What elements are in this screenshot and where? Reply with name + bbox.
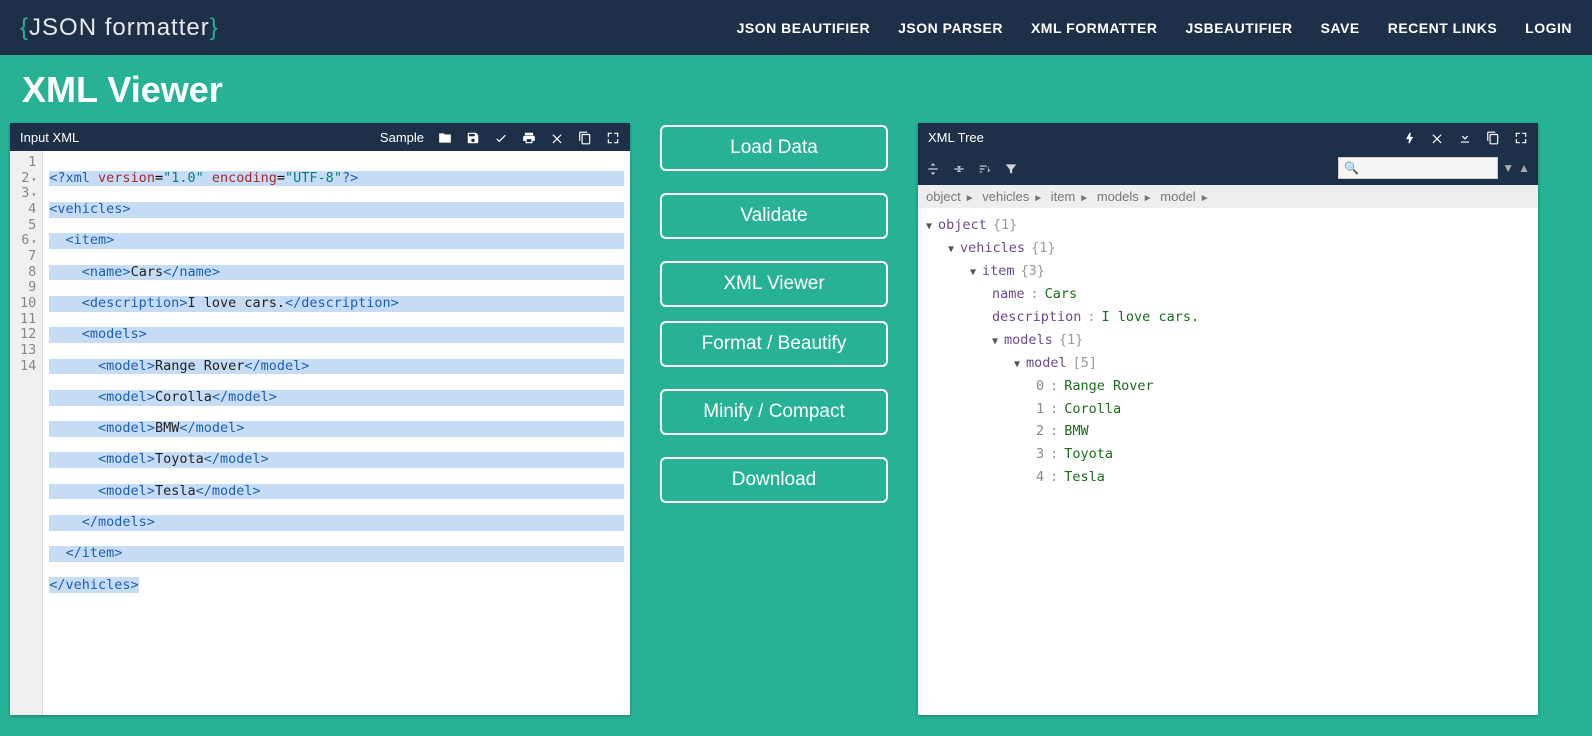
- expand-all-icon[interactable]: [926, 160, 940, 176]
- minify-compact-button[interactable]: Minify / Compact: [660, 389, 888, 435]
- workspace: Input XML Sample 1234567891011121314 <?x…: [0, 123, 1592, 715]
- input-panel-title: Input XML: [20, 130, 79, 145]
- tree-index: 4: [1036, 466, 1044, 489]
- tree-key-description: description: [992, 306, 1081, 329]
- tree-index: 2: [1036, 420, 1044, 443]
- nav-jsbeautifier[interactable]: JSBEAUTIFIER: [1185, 20, 1292, 36]
- tree-val: Corolla: [1064, 398, 1121, 421]
- toggle-icon[interactable]: ▼: [1014, 356, 1020, 373]
- page-title: XML Viewer: [0, 55, 1592, 123]
- code-editor[interactable]: 1234567891011121314 <?xml version="1.0" …: [10, 151, 630, 715]
- nav-json-beautifier[interactable]: JSON BEAUTIFIER: [737, 20, 871, 36]
- sort-icon[interactable]: [978, 160, 992, 176]
- print-icon[interactable]: [522, 129, 536, 145]
- tree-val: BMW: [1064, 420, 1088, 443]
- crumb-object[interactable]: object: [926, 189, 961, 204]
- brace-open: {: [20, 14, 29, 41]
- crumb-model[interactable]: model: [1160, 189, 1195, 204]
- crumb-vehicles[interactable]: vehicles: [982, 189, 1029, 204]
- tree-search-input[interactable]: [1338, 157, 1498, 179]
- filter-icon[interactable]: [1004, 160, 1018, 176]
- bolt-icon[interactable]: [1402, 129, 1416, 145]
- tree-index: 0: [1036, 375, 1044, 398]
- tree-val-name: Cars: [1045, 283, 1078, 306]
- toggle-icon[interactable]: ▼: [948, 241, 954, 258]
- tree-panel-header: XML Tree: [918, 123, 1538, 151]
- check-icon[interactable]: [494, 129, 508, 145]
- fullscreen-tree-icon[interactable]: [1514, 129, 1528, 145]
- input-panel-header: Input XML Sample: [10, 123, 630, 151]
- download-tree-icon[interactable]: [1458, 129, 1472, 145]
- tree-key-name: name: [992, 283, 1025, 306]
- nav-json-parser[interactable]: JSON PARSER: [898, 20, 1003, 36]
- load-data-button[interactable]: Load Data: [660, 125, 888, 171]
- tree-panel: XML Tree 🔍 ▼ ▲ object► vehicles► item►: [918, 123, 1538, 715]
- nav-save[interactable]: SAVE: [1321, 20, 1360, 36]
- tree-view[interactable]: ▼object{1} ▼vehicles{1} ▼item{3} name:Ca…: [918, 208, 1538, 715]
- brace-close: }: [210, 14, 219, 41]
- search-icon: 🔍: [1344, 161, 1359, 175]
- xml-viewer-button[interactable]: XML Viewer: [660, 261, 888, 307]
- logo[interactable]: {JSON formatter}: [20, 14, 219, 42]
- breadcrumb: object► vehicles► item► models► model►: [918, 185, 1538, 208]
- tree-val: Toyota: [1064, 443, 1113, 466]
- tree-index: 1: [1036, 398, 1044, 421]
- code-content[interactable]: <?xml version="1.0" encoding="UTF-8"?> <…: [43, 151, 630, 715]
- input-panel: Input XML Sample 1234567891011121314 <?x…: [10, 123, 630, 715]
- collapse-all-icon[interactable]: [952, 160, 966, 176]
- toggle-icon[interactable]: ▼: [970, 264, 976, 281]
- toggle-icon[interactable]: ▼: [926, 218, 932, 235]
- close-tree-icon[interactable]: [1430, 129, 1444, 145]
- download-button[interactable]: Download: [660, 457, 888, 503]
- fullscreen-icon[interactable]: [606, 129, 620, 145]
- tree-panel-title: XML Tree: [928, 130, 984, 145]
- search-down-icon[interactable]: ▼: [1502, 161, 1514, 175]
- save-icon[interactable]: [466, 129, 480, 145]
- copy-icon[interactable]: [578, 129, 592, 145]
- tree-val-description: I love cars.: [1102, 306, 1200, 329]
- line-gutter: 1234567891011121314: [10, 151, 43, 715]
- open-file-icon[interactable]: [438, 129, 452, 145]
- tree-toolbar: 🔍 ▼ ▲: [918, 151, 1538, 185]
- tree-val: Tesla: [1064, 466, 1105, 489]
- logo-text: JSON formatter: [29, 14, 210, 41]
- main-nav: JSON BEAUTIFIER JSON PARSER XML FORMATTE…: [737, 20, 1572, 36]
- action-buttons: Load Data Validate XML Viewer Format / B…: [660, 123, 888, 715]
- crumb-item[interactable]: item: [1051, 189, 1076, 204]
- crumb-models[interactable]: models: [1097, 189, 1139, 204]
- top-bar: {JSON formatter} JSON BEAUTIFIER JSON PA…: [0, 0, 1592, 55]
- tree-index: 3: [1036, 443, 1044, 466]
- nav-recent-links[interactable]: RECENT LINKS: [1388, 20, 1497, 36]
- toggle-icon[interactable]: ▼: [992, 333, 998, 350]
- copy-tree-icon[interactable]: [1486, 129, 1500, 145]
- nav-xml-formatter[interactable]: XML FORMATTER: [1031, 20, 1158, 36]
- sample-button[interactable]: Sample: [380, 130, 424, 145]
- format-beautify-button[interactable]: Format / Beautify: [660, 321, 888, 367]
- search-up-icon[interactable]: ▲: [1518, 161, 1530, 175]
- validate-button[interactable]: Validate: [660, 193, 888, 239]
- clear-icon[interactable]: [550, 129, 564, 145]
- nav-login[interactable]: LOGIN: [1525, 20, 1572, 36]
- tree-val: Range Rover: [1064, 375, 1153, 398]
